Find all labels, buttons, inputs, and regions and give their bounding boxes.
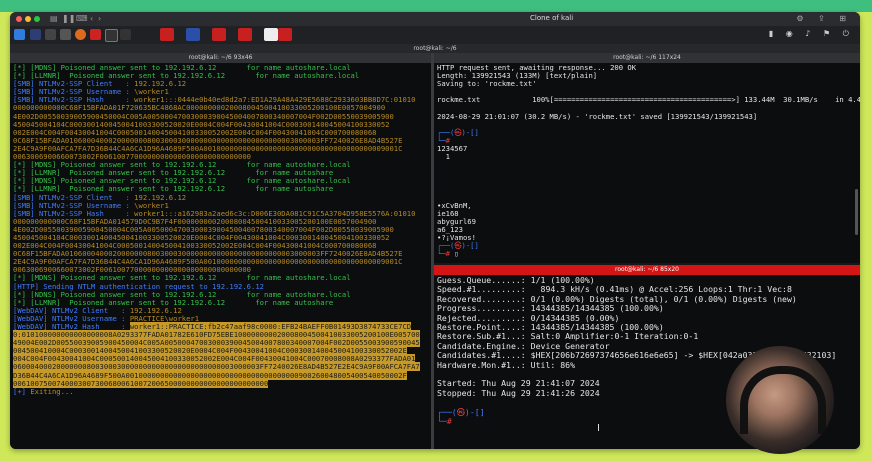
field-label: [+]: [13, 386, 31, 396]
right-top-terminal-pane[interactable]: root@kali: ~/6 117x24 HTTP request sent,…: [434, 53, 860, 263]
background-strip: [0, 0, 872, 12]
tail-output-line: 1: [437, 152, 450, 162]
scrollbar[interactable]: [855, 189, 858, 235]
prompt-hash: #: [445, 249, 455, 259]
right-top-pane-title: root@kali: ~/6 117x24: [434, 53, 860, 63]
kali-menu-icon[interactable]: [14, 29, 25, 40]
prompt-bracket: )-[: [461, 241, 475, 251]
cursor-block-icon: ▯: [454, 249, 459, 259]
wget-output-line: Saving to: 'rockme.txt': [437, 79, 537, 89]
tail-output-line: [437, 185, 857, 193]
prompt-bracket: )-[: [464, 406, 480, 417]
prompt-bracket: └─: [437, 249, 446, 259]
files-icon[interactable]: [60, 29, 71, 40]
shell-command-line: └─#: [437, 136, 857, 145]
task-button[interactable]: [264, 28, 278, 41]
task-button[interactable]: [278, 28, 292, 41]
tail-output-line: 1234567: [437, 143, 468, 153]
shell-command-line: └─# ▯: [437, 250, 857, 258]
workspace-icon[interactable]: [30, 29, 41, 40]
left-terminal-pane[interactable]: root@kali: ~/6 93x46 [*] [MDNS] Poisoned…: [10, 53, 431, 449]
prompt-bracket: ]: [479, 406, 485, 417]
prompt-hash: #: [446, 416, 457, 427]
host-toolbar-icons[interactable]: ⚙ ⇪ ⊞: [796, 14, 852, 23]
terminal-line: [+] Exiting...: [13, 386, 428, 396]
burp-icon[interactable]: [90, 29, 101, 40]
text-cursor-icon: [598, 424, 599, 431]
wget-output-line: 2024-08-29 21:01:07 (30.2 MB/s) - 'rockm…: [437, 111, 758, 121]
terminal-dropdown-icon[interactable]: [120, 29, 131, 40]
prompt-bracket: ]: [474, 127, 479, 137]
tray-icons[interactable]: ▮ ◉ ♪ ⚑ ⏻: [769, 29, 854, 39]
tail-output-line: •xCvBnM,: [437, 200, 472, 210]
tail-output-line: [437, 161, 857, 169]
back-icon[interactable]: ‹: [90, 14, 93, 23]
shell-prompt: ┌──(㉿)-[]: [437, 242, 857, 250]
kali-taskbar: ▮ ◉ ♪ ⚑ ⏻: [10, 26, 860, 45]
left-pane-title: root@kali: ~/6 93x46: [10, 53, 431, 63]
sidebar-icon[interactable]: ▤: [50, 14, 58, 23]
shell-prompt: ┌──(㉿)-[]: [437, 127, 857, 137]
wget-output-line: [437, 121, 857, 129]
firefox-icon[interactable]: [75, 29, 86, 40]
host-title-bar: ▤ ❚❚ ⌨ ‹ › Clone of kali ⚙ ⇪ ⊞: [10, 12, 860, 26]
folder-icon[interactable]: [45, 29, 56, 40]
tail-output-line: [437, 194, 857, 202]
tail-output-line: a6_123: [437, 224, 463, 234]
right-top-terminal-output: HTTP request sent, awaiting response... …: [434, 63, 860, 259]
task-button[interactable]: [238, 28, 252, 41]
task-button[interactable]: [160, 28, 174, 41]
task-button[interactable]: [212, 28, 226, 41]
prompt-bracket: ]: [474, 241, 479, 251]
prompt-bracket: )-[: [461, 127, 475, 137]
tail-output-line: [437, 169, 857, 177]
minimize-window-button[interactable]: [25, 16, 31, 22]
wget-output-line: rockme.txt 100%[========================…: [437, 95, 860, 105]
left-terminal-output: [*] [MDNS] Poisoned answer sent to 192.1…: [10, 63, 431, 397]
tail-output-line: •?¡Vamos!: [437, 232, 476, 242]
keyboard-icon[interactable]: ⌨: [76, 14, 88, 23]
webcam-overlay: [726, 346, 834, 454]
prompt-bracket: └─: [437, 416, 447, 427]
right-bottom-pane-title: root@kali: ~/6 85x20: [434, 265, 860, 275]
terminal-window-title: root@kali: ~/6: [10, 44, 860, 53]
terminal-line: 0061007500740003007300680061007200650000…: [13, 378, 428, 388]
tail-output-line: abygurl69: [437, 216, 476, 226]
window-title: Clone of kali: [530, 14, 574, 22]
tail-output-line: ie168: [437, 208, 459, 218]
close-window-button[interactable]: [16, 16, 22, 22]
task-button[interactable]: [186, 28, 200, 41]
prompt-at: ㉿: [454, 127, 462, 137]
terminal-icon[interactable]: [105, 29, 118, 42]
pause-icon[interactable]: ❚❚: [62, 14, 75, 23]
headphones-graphic: [740, 366, 826, 434]
forward-icon[interactable]: ›: [98, 14, 101, 23]
zoom-window-button[interactable]: [34, 16, 40, 22]
tail-output-line: [437, 177, 857, 185]
prompt-at: ㉿: [456, 406, 465, 417]
field-value: Exiting...: [30, 386, 74, 396]
